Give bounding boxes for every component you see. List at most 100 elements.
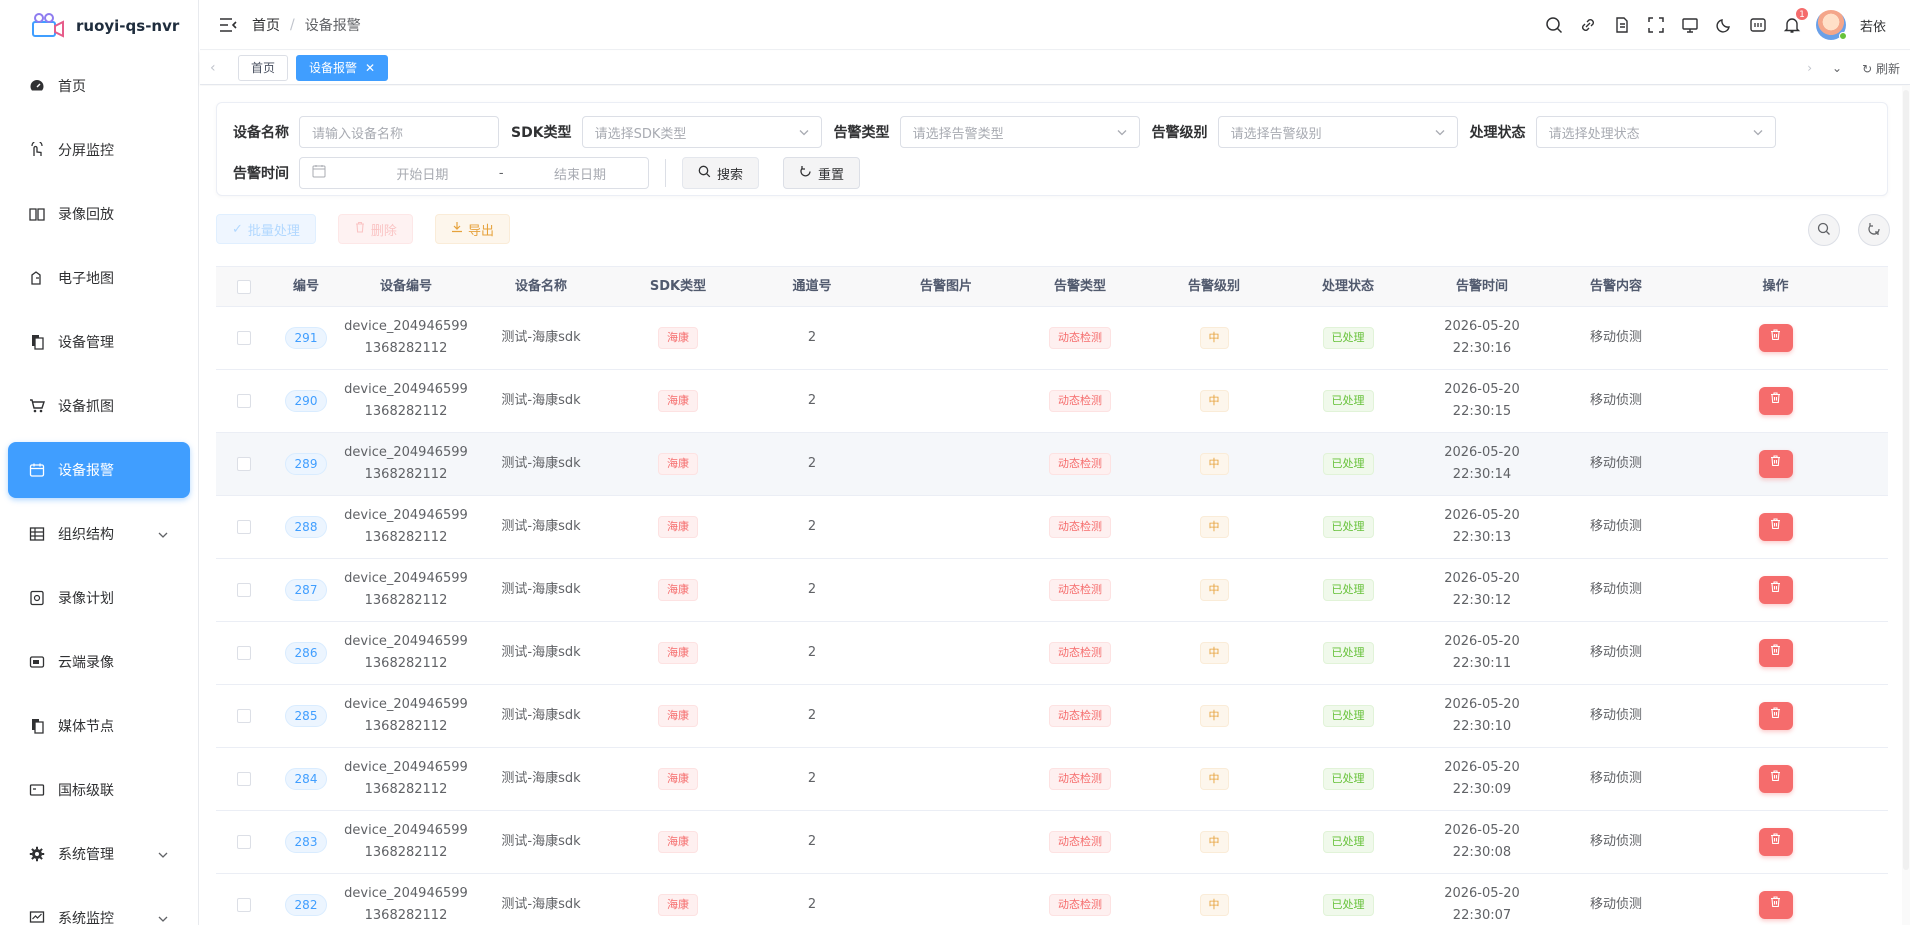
alarm-time-cell: 2026-05-20 22:30:14 bbox=[1415, 442, 1549, 486]
status-select[interactable]: 请选择处理状态 bbox=[1535, 116, 1776, 148]
batch-process-button[interactable]: ✓ 批量处理 bbox=[216, 214, 316, 244]
row-checkbox[interactable] bbox=[236, 898, 251, 912]
alarm-level-cell: 中 bbox=[1147, 579, 1281, 601]
sidebar-item-2[interactable]: 录像回放 bbox=[8, 186, 190, 242]
online-status-dot bbox=[1838, 32, 1847, 40]
sdk-tag: 海康 bbox=[658, 579, 698, 601]
alarm-time-range[interactable]: 开始日期 - 结束日期 bbox=[299, 157, 649, 189]
row-checkbox[interactable] bbox=[236, 772, 251, 786]
search-button[interactable]: 搜索 bbox=[682, 157, 760, 189]
table-row[interactable]: 289 device_204946599 1368282112 测试-海康sdk 海康 2… bbox=[216, 433, 1888, 496]
delete-button[interactable]: 删除 bbox=[337, 214, 413, 244]
sidebar-item-11[interactable]: 国标级联 bbox=[8, 762, 190, 818]
table-row[interactable]: 282 device_204946599 1368282112 测试-海康sdk 海康 2… bbox=[216, 874, 1888, 925]
select-all-checkbox[interactable] bbox=[236, 279, 251, 294]
device-name-cell: 测试-海康sdk bbox=[501, 897, 581, 912]
table-row[interactable]: 283 device_204946599 1368282112 测试-海康sdk 海康 2… bbox=[216, 811, 1888, 874]
tag-home[interactable]: 首页 bbox=[238, 54, 289, 81]
row-checkbox[interactable] bbox=[236, 646, 251, 660]
table-row[interactable]: 290 device_204946599 1368282112 测试-海康sdk 海康 2… bbox=[216, 370, 1888, 433]
device-no-line-1: device_204946599 bbox=[344, 445, 468, 460]
moon-icon[interactable] bbox=[1714, 15, 1734, 35]
device-no-cell: device_204946599 1368282112 bbox=[341, 379, 471, 423]
row-delete-button[interactable] bbox=[1758, 387, 1793, 415]
sdk-type-select[interactable]: 请选择SDK类型 bbox=[581, 116, 822, 148]
row-checkbox[interactable] bbox=[236, 835, 251, 849]
bell-icon[interactable]: 1 bbox=[1782, 7, 1809, 35]
sidebar-item-8[interactable]: 录像计划 bbox=[8, 570, 190, 626]
sidebar-item-12[interactable]: 系统管理 bbox=[8, 826, 190, 882]
device-name-cell: 测试-海康sdk bbox=[501, 582, 581, 597]
reset-button[interactable]: 重置 bbox=[783, 157, 861, 189]
sidebar-item-1[interactable]: 分屏监控 bbox=[8, 122, 190, 178]
row-checkbox[interactable] bbox=[236, 520, 251, 534]
user-name[interactable]: 若依 bbox=[1860, 16, 1886, 35]
tags-scroll-right-icon[interactable]: › bbox=[1807, 61, 1812, 75]
table-row[interactable]: 286 device_204946599 1368282112 测试-海康sdk 海康 2… bbox=[216, 622, 1888, 685]
toggle-search-button[interactable] bbox=[1808, 214, 1840, 246]
tag-device-alarm[interactable]: 设备报警 ✕ bbox=[296, 54, 389, 81]
trash-icon bbox=[1769, 768, 1782, 790]
sidebar-item-0[interactable]: 首页 bbox=[8, 58, 190, 114]
row-delete-button[interactable] bbox=[1758, 765, 1793, 793]
device-name-placeholder: 请输入设备名称 bbox=[312, 126, 404, 142]
alarm-content-cell: 移动侦测 bbox=[1589, 456, 1642, 471]
sidebar-item-7[interactable]: 组织结构 bbox=[8, 506, 190, 562]
sidebar-item-9[interactable]: 云端录像 bbox=[8, 634, 190, 690]
export-button[interactable]: 导出 bbox=[434, 214, 510, 244]
row-checkbox[interactable] bbox=[236, 394, 251, 408]
document-icon[interactable] bbox=[1612, 15, 1632, 35]
alarm-clock: 22:30:15 bbox=[1452, 404, 1512, 419]
search-form: 设备名称 请输入设备名称 SDK类型 请选择SDK类型 告警类型 请选择告警类型… bbox=[216, 102, 1888, 196]
row-delete-button[interactable] bbox=[1758, 828, 1793, 856]
menu-fold-icon[interactable] bbox=[218, 15, 238, 35]
row-delete-button[interactable] bbox=[1758, 576, 1793, 604]
close-icon[interactable]: ✕ bbox=[365, 61, 375, 75]
row-checkbox[interactable] bbox=[236, 457, 251, 471]
dashboard-icon bbox=[28, 77, 46, 95]
end-date-placeholder[interactable]: 结束日期 bbox=[554, 164, 606, 183]
layout-icon[interactable] bbox=[1748, 15, 1768, 35]
row-delete-button[interactable] bbox=[1758, 324, 1793, 352]
refresh-icon: ↻ bbox=[1862, 61, 1873, 76]
sidebar-item-13[interactable]: 系统监控 bbox=[8, 890, 190, 925]
scrollbar-thumb[interactable] bbox=[1903, 90, 1909, 870]
row-checkbox[interactable] bbox=[236, 583, 251, 597]
search-icon[interactable] bbox=[1544, 15, 1564, 35]
fullscreen-icon[interactable] bbox=[1646, 15, 1666, 35]
refresh-button[interactable]: ↻ 刷新 bbox=[1862, 60, 1900, 77]
sidebar-item-6[interactable]: 设备报警 bbox=[8, 442, 190, 498]
breadcrumb-home[interactable]: 首页 bbox=[252, 15, 280, 35]
table-row[interactable]: 287 device_204946599 1368282112 测试-海康sdk 海康 2… bbox=[216, 559, 1888, 622]
page-scrollbar[interactable] bbox=[1902, 86, 1910, 925]
sidebar-item-10[interactable]: 媒体节点 bbox=[8, 698, 190, 754]
start-date-placeholder[interactable]: 开始日期 bbox=[396, 164, 448, 183]
id-cell: 289 bbox=[271, 453, 341, 475]
alarm-type-select[interactable]: 请选择告警类型 bbox=[899, 116, 1140, 148]
row-checkbox[interactable] bbox=[236, 331, 251, 345]
table-row[interactable]: 284 device_204946599 1368282112 测试-海康sdk 海康 2… bbox=[216, 748, 1888, 811]
table-row[interactable]: 291 device_204946599 1368282112 测试-海康sdk 海康 2… bbox=[216, 307, 1888, 370]
device-name-input[interactable]: 请输入设备名称 bbox=[299, 116, 499, 148]
table-row[interactable]: 288 device_204946599 1368282112 测试-海康sdk 海康 2… bbox=[216, 496, 1888, 559]
sdk-cell: 海康 bbox=[611, 705, 745, 727]
table-row[interactable]: 285 device_204946599 1368282112 测试-海康sdk 海康 2… bbox=[216, 685, 1888, 748]
link-icon[interactable] bbox=[1578, 15, 1598, 35]
sidebar-item-5[interactable]: 设备抓图 bbox=[8, 378, 190, 434]
row-delete-button[interactable] bbox=[1758, 639, 1793, 667]
sidebar-item-4[interactable]: 设备管理 bbox=[8, 314, 190, 370]
row-delete-button[interactable] bbox=[1758, 513, 1793, 541]
tags-scroll-left-icon[interactable]: ‹ bbox=[210, 60, 230, 76]
row-checkbox[interactable] bbox=[236, 709, 251, 723]
sidebar-item-3[interactable]: 电子地图 bbox=[8, 250, 190, 306]
refresh-table-button[interactable] bbox=[1858, 214, 1890, 246]
chevron-down-icon[interactable]: ⌄ bbox=[1832, 61, 1842, 75]
row-delete-button[interactable] bbox=[1758, 891, 1793, 919]
status-placeholder: 请选择处理状态 bbox=[1548, 126, 1640, 142]
row-delete-button[interactable] bbox=[1758, 702, 1793, 730]
row-delete-button[interactable] bbox=[1758, 450, 1793, 478]
app-logo[interactable]: ruoyi-qs-nvr bbox=[0, 0, 198, 52]
avatar[interactable] bbox=[1815, 10, 1847, 40]
alarm-level-select[interactable]: 请选择告警级别 bbox=[1217, 116, 1458, 148]
screen-icon[interactable] bbox=[1680, 15, 1700, 35]
